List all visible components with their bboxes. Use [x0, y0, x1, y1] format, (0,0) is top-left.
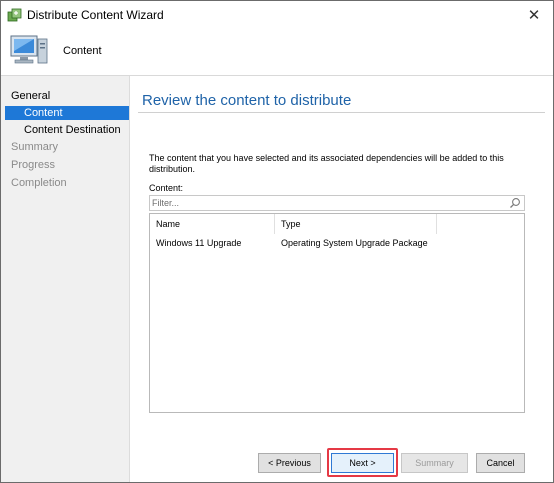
wizard-content-pane: Review the content to distribute The con…: [130, 76, 553, 482]
column-header-name[interactable]: Name: [150, 214, 275, 234]
content-list[interactable]: Name Type Windows 11 Upgrade Operating S…: [149, 213, 525, 413]
cancel-button[interactable]: Cancel: [476, 453, 525, 473]
close-button[interactable]: ✕: [515, 1, 553, 29]
nav-item-progress: Progress: [11, 159, 56, 171]
row-cell-type: Operating System Upgrade Package: [281, 238, 428, 248]
wizard-header: Content: [1, 29, 553, 76]
wizard-window: Distribute Content Wizard ✕ Content Gene…: [0, 0, 554, 483]
page-title: Review the content to distribute: [142, 92, 352, 109]
nav-item-summary: Summary: [11, 141, 59, 153]
nav-item-completion: Completion: [11, 177, 67, 189]
close-icon: ✕: [527, 7, 541, 24]
filter-input[interactable]: [152, 197, 502, 209]
computer-icon: [10, 35, 48, 64]
content-label: Content:: [149, 183, 184, 193]
nav-item-content[interactable]: Content: [5, 106, 129, 120]
wizard-nav-sidebar: General Content Content Destination Summ…: [1, 76, 130, 482]
page-description: The content that you have selected and i…: [149, 153, 504, 174]
nav-item-content-destination[interactable]: Content Destination: [24, 123, 121, 137]
row-cell-name: Windows 11 Upgrade: [156, 238, 242, 248]
summary-button: Summary: [401, 453, 468, 473]
previous-button[interactable]: < Previous: [258, 453, 321, 473]
wizard-app-icon: [7, 8, 22, 22]
filter-box: [149, 195, 525, 211]
title-divider: [138, 112, 545, 113]
search-icon[interactable]: [509, 197, 521, 209]
column-header-type[interactable]: Type: [275, 214, 437, 234]
title-bar: Distribute Content Wizard ✕: [1, 1, 553, 29]
next-button-highlight: [327, 448, 398, 477]
header-page-name: Content: [63, 45, 102, 57]
nav-section-general: General: [11, 90, 51, 102]
window-title: Distribute Content Wizard: [27, 8, 164, 22]
